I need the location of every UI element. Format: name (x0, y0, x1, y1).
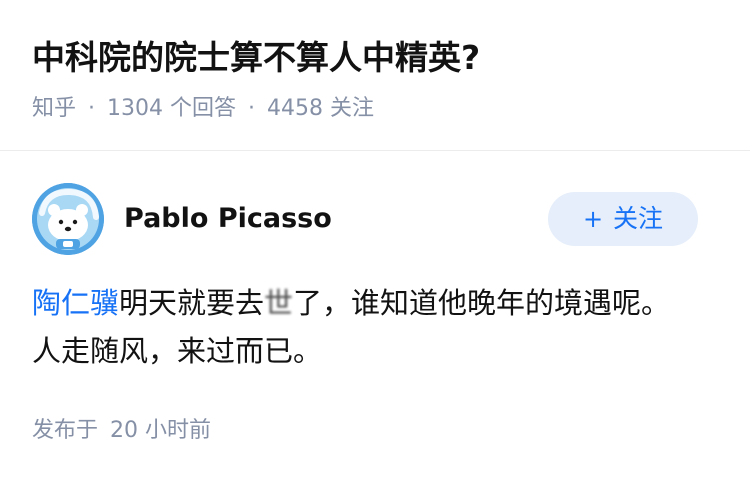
mention-link[interactable]: 陶仁骥 (32, 286, 119, 320)
answer-paragraph: 陶仁骥明天就要去世了，谁知道他晚年的境遇呢。 (32, 279, 718, 327)
publish-prefix: 发布于 (32, 418, 99, 443)
source-label[interactable]: 知乎 (32, 96, 76, 121)
answer-paragraph: 人走随风，来过而已。 (32, 334, 323, 368)
question-header: 中科院的院士算不算人中精英? 知乎 · 1304 个回答 · 4458 关注 (0, 0, 750, 150)
follower-count: 4458 (267, 96, 324, 121)
follow-button[interactable]: + 关注 (548, 192, 698, 246)
answer-count: 1304 (107, 96, 164, 121)
polar-bear-avatar-icon (32, 183, 104, 255)
blurred-text: 世 (264, 286, 294, 320)
meta-separator: · (88, 96, 96, 121)
question-title[interactable]: 中科院的院士算不算人中精英? (32, 32, 480, 84)
publish-time-value: 20 小时前 (110, 418, 212, 443)
publish-time: 发布于 20 小时前 (32, 413, 211, 449)
answer-text: 明天就要去 (119, 286, 265, 320)
answer-count-unit: 个回答 (170, 96, 237, 121)
answer-text: 了，谁知道他晚年的境遇呢。 (293, 286, 671, 320)
author-name[interactable]: Pablo Picasso (124, 199, 332, 239)
question-meta: 知乎 · 1304 个回答 · 4458 关注 (32, 91, 374, 127)
author-avatar[interactable] (32, 183, 104, 255)
follower-count-unit: 关注 (330, 96, 375, 121)
answer-card: Pablo Picasso + 关注 陶仁骥明天就要去世了，谁知道他晚年的境遇呢。… (0, 151, 750, 482)
follow-button-label: 关注 (613, 204, 664, 233)
meta-separator: · (248, 96, 256, 121)
answer-content: 陶仁骥明天就要去世了，谁知道他晚年的境遇呢。 人走随风，来过而已。 (32, 279, 718, 375)
plus-icon: + (582, 205, 604, 233)
